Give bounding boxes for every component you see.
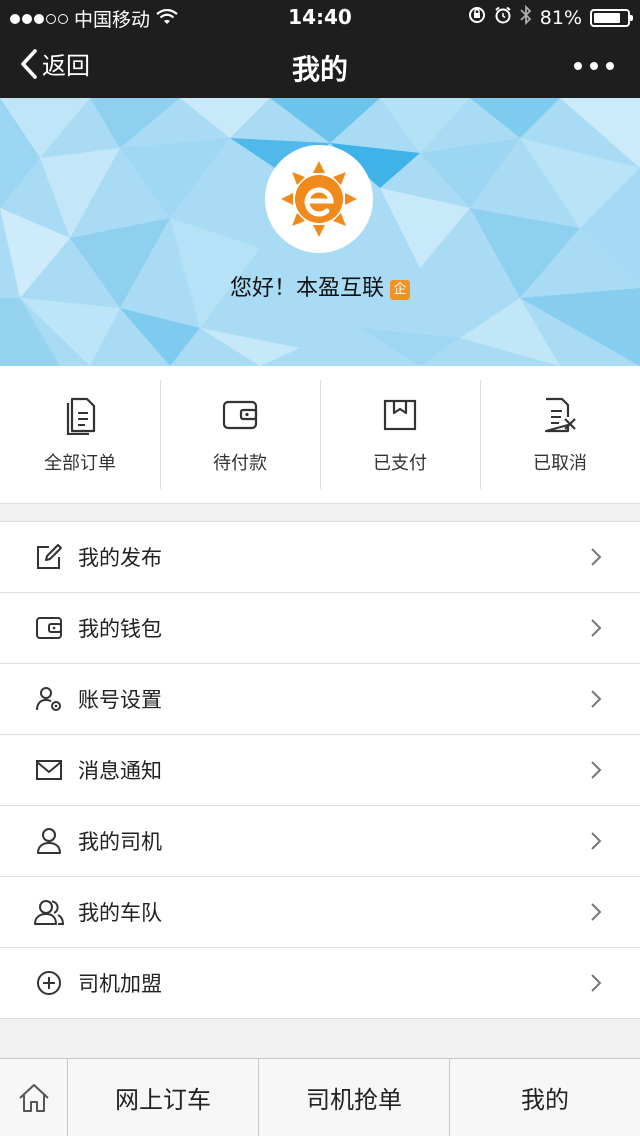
menu-item-account-settings[interactable]: 账号设置 bbox=[0, 664, 640, 735]
team-icon bbox=[34, 900, 64, 925]
menu-item-label: 我的钱包 bbox=[78, 617, 162, 641]
enterprise-badge: 企 bbox=[390, 280, 410, 300]
chevron-right-icon bbox=[591, 548, 602, 566]
battery-icon bbox=[590, 8, 633, 27]
user-settings-icon bbox=[36, 687, 61, 711]
status-bar: 中国移动 14:40 81% bbox=[0, 0, 640, 34]
page-title: 我的 bbox=[291, 53, 348, 86]
greeting: 您好！本盈互联企 bbox=[0, 270, 640, 302]
top-bar: 中国移动 14:40 81% 返回 我的 bbox=[0, 0, 640, 98]
cancel-document-icon bbox=[544, 397, 576, 432]
profile-banner: 您好！本盈互联企 bbox=[0, 98, 640, 366]
menu-item-label: 消息通知 bbox=[78, 759, 162, 783]
avatar[interactable] bbox=[265, 145, 373, 253]
tab-mine[interactable]: 我的 bbox=[449, 1059, 640, 1136]
plus-circle-icon bbox=[37, 971, 61, 995]
wallet-icon bbox=[222, 400, 258, 429]
edit-icon bbox=[37, 544, 62, 569]
menu-item-label: 司机加盟 bbox=[78, 972, 162, 996]
menu-item-label: 我的车队 bbox=[78, 901, 162, 925]
document-icon bbox=[66, 397, 96, 435]
company-logo-icon bbox=[281, 161, 357, 237]
menu-item-my-drivers[interactable]: 我的司机 bbox=[0, 806, 640, 877]
tab-online-booking[interactable]: 网上订车 bbox=[68, 1059, 258, 1136]
tab-driver-grab-order[interactable]: 司机抢单 bbox=[258, 1059, 449, 1136]
chevron-right-icon bbox=[591, 761, 602, 779]
menu-item-label: 我的司机 bbox=[78, 830, 162, 854]
menu-item-label: 我的发布 bbox=[78, 546, 162, 570]
chevron-right-icon bbox=[591, 903, 602, 921]
greeting-text: 您好！本盈互联 bbox=[229, 276, 384, 301]
bottom-tab-bar: 网上订车 司机抢单 我的 bbox=[0, 1058, 640, 1136]
chevron-right-icon bbox=[591, 832, 602, 850]
order-tab-label: 待付款 bbox=[213, 452, 267, 474]
menu-item-label: 账号设置 bbox=[78, 688, 162, 712]
chevron-right-icon bbox=[591, 619, 602, 637]
chevron-right-icon bbox=[591, 690, 602, 708]
menu-item-my-posts[interactable]: 我的发布 bbox=[0, 522, 640, 593]
alarm-icon bbox=[494, 6, 512, 29]
order-tab-cancelled[interactable]: 已取消 bbox=[480, 366, 640, 503]
menu-item-my-fleet[interactable]: 我的车队 bbox=[0, 877, 640, 948]
battery-percent: 81% bbox=[539, 6, 582, 29]
home-icon bbox=[18, 1083, 49, 1112]
menu-item-notifications[interactable]: 消息通知 bbox=[0, 735, 640, 806]
order-shortcuts: 全部订单 待付款 已支付 已取消 bbox=[0, 366, 640, 504]
order-tab-pending-payment[interactable]: 待付款 bbox=[160, 366, 320, 503]
box-icon bbox=[383, 399, 417, 430]
menu-list: 我的发布 我的钱包 账号设置 消息通知 我的司机 我的车队 司机加盟 bbox=[0, 521, 640, 1019]
order-tab-label: 已支付 bbox=[373, 452, 427, 474]
order-tab-paid[interactable]: 已支付 bbox=[320, 366, 480, 503]
order-tab-label: 已取消 bbox=[533, 452, 587, 474]
chevron-right-icon bbox=[591, 974, 602, 992]
order-tab-all[interactable]: 全部订单 bbox=[0, 366, 160, 503]
navigation-bar: 返回 我的 bbox=[0, 34, 640, 98]
wallet-icon bbox=[36, 617, 62, 639]
home-button[interactable] bbox=[0, 1059, 68, 1136]
mail-icon bbox=[36, 760, 62, 780]
bluetooth-icon bbox=[520, 4, 532, 30]
more-button[interactable] bbox=[574, 46, 614, 86]
menu-item-driver-join[interactable]: 司机加盟 bbox=[0, 948, 640, 1019]
rotation-lock-icon bbox=[468, 6, 486, 29]
person-icon bbox=[37, 828, 61, 854]
order-tab-label: 全部订单 bbox=[44, 452, 116, 474]
menu-item-my-wallet[interactable]: 我的钱包 bbox=[0, 593, 640, 664]
